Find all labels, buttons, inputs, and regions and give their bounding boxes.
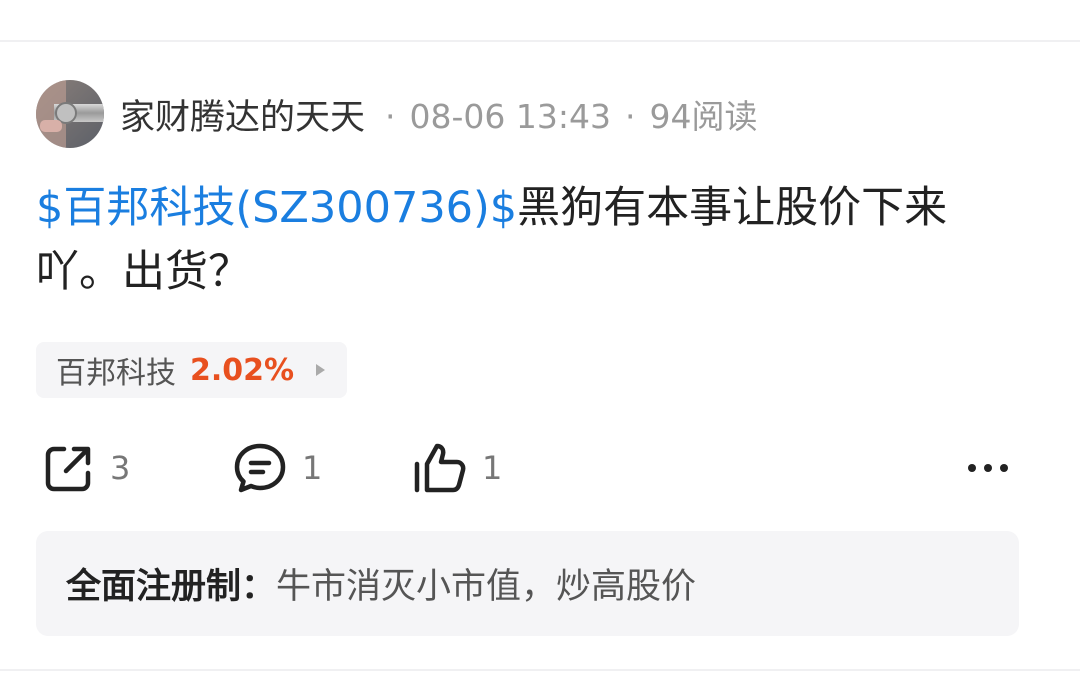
- top-divider: [0, 40, 1080, 42]
- post-time: 08-06 13:43: [409, 97, 611, 136]
- comment-button[interactable]: 1: [232, 436, 322, 500]
- avatar[interactable]: [36, 80, 104, 148]
- stock-chip-name: 百邦科技: [56, 356, 176, 391]
- share-icon: [45, 446, 91, 492]
- meta-separator: ·: [625, 97, 636, 136]
- post-page: 家财腾达的天天 · 08-06 13:43 · 94阅读 $百邦科技(SZ300736…: [0, 0, 1080, 678]
- stock-chip-change: 2.02%: [190, 352, 295, 388]
- avatar-image: [36, 80, 104, 148]
- chevron-right-icon: [316, 364, 326, 376]
- bottom-divider: [0, 669, 1080, 671]
- like-count: 1: [482, 449, 503, 487]
- stock-link[interactable]: $百邦科技(SZ300736)$: [36, 183, 517, 233]
- stock-chip[interactable]: 百邦科技 2.02%: [36, 342, 348, 398]
- topic-label: 全面注册制：: [66, 567, 277, 607]
- topic-text: 牛市消灭小市值，炒高股价: [276, 567, 697, 607]
- author-name[interactable]: 家财腾达的天天: [120, 89, 365, 140]
- more-icon: [968, 464, 1008, 472]
- thumbs-up-icon: [414, 443, 466, 493]
- meta-separator: ·: [385, 97, 396, 136]
- post-meta: · 08-06 13:43 · 94阅读: [371, 90, 757, 138]
- action-bar: 3 1 1: [36, 436, 1016, 500]
- topic-banner[interactable]: 全面注册制： 牛市消灭小市值，炒高股价: [36, 531, 1019, 636]
- more-button[interactable]: [964, 436, 1012, 500]
- share-count: 3: [110, 449, 131, 487]
- comment-icon: [234, 443, 286, 493]
- like-button[interactable]: 1: [412, 436, 502, 500]
- share-button[interactable]: 3: [42, 436, 130, 500]
- comment-count: 1: [302, 449, 323, 487]
- post-header: 家财腾达的天天 · 08-06 13:43 · 94阅读: [36, 78, 758, 150]
- read-count: 94阅读: [649, 97, 758, 136]
- post-content: $百邦科技(SZ300736)$黑狗有本事让股价下来吖。出货？: [36, 176, 1026, 304]
